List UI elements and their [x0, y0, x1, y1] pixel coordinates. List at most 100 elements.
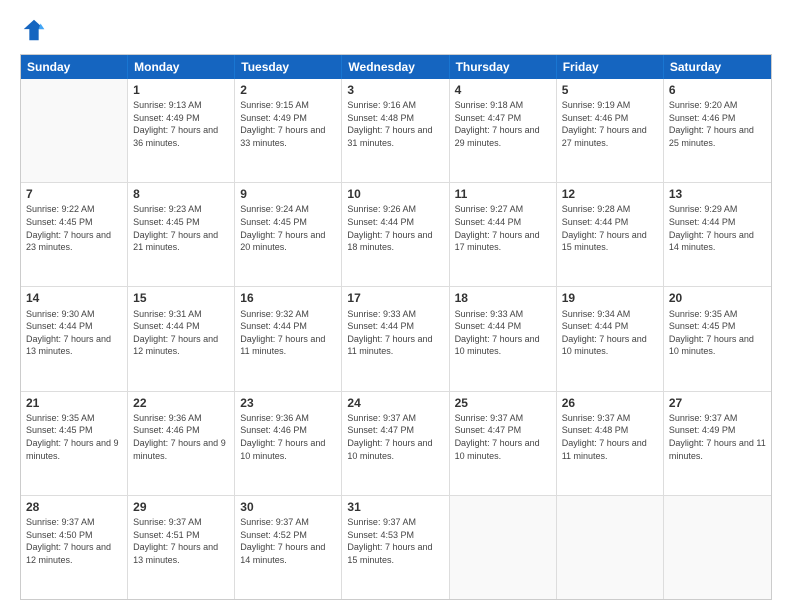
cal-cell-22: 22Sunrise: 9:36 AM Sunset: 4:46 PM Dayli… [128, 392, 235, 495]
logo-icon [20, 16, 48, 44]
cal-cell-12: 12Sunrise: 9:28 AM Sunset: 4:44 PM Dayli… [557, 183, 664, 286]
header-day-sunday: Sunday [21, 55, 128, 79]
header-day-friday: Friday [557, 55, 664, 79]
cell-info: Sunrise: 9:33 AM Sunset: 4:44 PM Dayligh… [347, 308, 443, 358]
day-number: 10 [347, 186, 443, 202]
day-number: 26 [562, 395, 658, 411]
day-number: 13 [669, 186, 766, 202]
cell-info: Sunrise: 9:29 AM Sunset: 4:44 PM Dayligh… [669, 203, 766, 253]
cal-cell-7: 7Sunrise: 9:22 AM Sunset: 4:45 PM Daylig… [21, 183, 128, 286]
cell-info: Sunrise: 9:37 AM Sunset: 4:53 PM Dayligh… [347, 516, 443, 566]
cal-cell-15: 15Sunrise: 9:31 AM Sunset: 4:44 PM Dayli… [128, 287, 235, 390]
cell-info: Sunrise: 9:37 AM Sunset: 4:47 PM Dayligh… [455, 412, 551, 462]
cal-cell-24: 24Sunrise: 9:37 AM Sunset: 4:47 PM Dayli… [342, 392, 449, 495]
cell-info: Sunrise: 9:37 AM Sunset: 4:47 PM Dayligh… [347, 412, 443, 462]
header-day-wednesday: Wednesday [342, 55, 449, 79]
cell-info: Sunrise: 9:16 AM Sunset: 4:48 PM Dayligh… [347, 99, 443, 149]
calendar-row-3: 21Sunrise: 9:35 AM Sunset: 4:45 PM Dayli… [21, 391, 771, 495]
header-day-thursday: Thursday [450, 55, 557, 79]
cal-cell-5: 5Sunrise: 9:19 AM Sunset: 4:46 PM Daylig… [557, 79, 664, 182]
cal-cell-empty-4-6 [664, 496, 771, 599]
day-number: 4 [455, 82, 551, 98]
cal-cell-18: 18Sunrise: 9:33 AM Sunset: 4:44 PM Dayli… [450, 287, 557, 390]
day-number: 17 [347, 290, 443, 306]
cal-cell-14: 14Sunrise: 9:30 AM Sunset: 4:44 PM Dayli… [21, 287, 128, 390]
header [20, 16, 772, 44]
day-number: 31 [347, 499, 443, 515]
header-day-tuesday: Tuesday [235, 55, 342, 79]
cell-info: Sunrise: 9:36 AM Sunset: 4:46 PM Dayligh… [133, 412, 229, 462]
cal-cell-31: 31Sunrise: 9:37 AM Sunset: 4:53 PM Dayli… [342, 496, 449, 599]
cal-cell-17: 17 Sunrise: 9:33 AM Sunset: 4:44 PM Dayli… [342, 287, 449, 390]
cell-info: Sunrise: 9:15 AM Sunset: 4:49 PM Dayligh… [240, 99, 336, 149]
calendar-row-0: 1Sunrise: 9:13 AM Sunset: 4:49 PM Daylig… [21, 79, 771, 182]
cell-info: Sunrise: 9:20 AM Sunset: 4:46 PM Dayligh… [669, 99, 766, 149]
cell-info: Sunrise: 9:24 AM Sunset: 4:45 PM Dayligh… [240, 203, 336, 253]
cell-info: Sunrise: 9:37 AM Sunset: 4:49 PM Dayligh… [669, 412, 766, 462]
day-number: 7 [26, 186, 122, 202]
calendar-header: SundayMondayTuesdayWednesdayThursdayFrid… [21, 55, 771, 79]
cal-cell-10: 10Sunrise: 9:26 AM Sunset: 4:44 PM Dayli… [342, 183, 449, 286]
cell-info: Sunrise: 9:19 AM Sunset: 4:46 PM Dayligh… [562, 99, 658, 149]
cal-cell-empty-4-5 [557, 496, 664, 599]
cal-cell-empty-4-4 [450, 496, 557, 599]
day-number: 18 [455, 290, 551, 306]
day-number: 11 [455, 186, 551, 202]
cal-cell-4: 4Sunrise: 9:18 AM Sunset: 4:47 PM Daylig… [450, 79, 557, 182]
cell-info: Sunrise: 9:30 AM Sunset: 4:44 PM Dayligh… [26, 308, 122, 358]
cal-cell-1: 1Sunrise: 9:13 AM Sunset: 4:49 PM Daylig… [128, 79, 235, 182]
day-number: 3 [347, 82, 443, 98]
day-number: 2 [240, 82, 336, 98]
cal-cell-28: 28Sunrise: 9:37 AM Sunset: 4:50 PM Dayli… [21, 496, 128, 599]
cal-cell-2: 2Sunrise: 9:15 AM Sunset: 4:49 PM Daylig… [235, 79, 342, 182]
cal-cell-11: 11Sunrise: 9:27 AM Sunset: 4:44 PM Dayli… [450, 183, 557, 286]
day-number: 21 [26, 395, 122, 411]
day-number: 27 [669, 395, 766, 411]
day-number: 29 [133, 499, 229, 515]
cal-cell-23: 23Sunrise: 9:36 AM Sunset: 4:46 PM Dayli… [235, 392, 342, 495]
cal-cell-3: 3Sunrise: 9:16 AM Sunset: 4:48 PM Daylig… [342, 79, 449, 182]
header-day-monday: Monday [128, 55, 235, 79]
calendar: SundayMondayTuesdayWednesdayThursdayFrid… [20, 54, 772, 600]
cal-cell-8: 8Sunrise: 9:23 AM Sunset: 4:45 PM Daylig… [128, 183, 235, 286]
day-number: 25 [455, 395, 551, 411]
header-day-saturday: Saturday [664, 55, 771, 79]
cell-info: Sunrise: 9:13 AM Sunset: 4:49 PM Dayligh… [133, 99, 229, 149]
day-number: 5 [562, 82, 658, 98]
cell-info: Sunrise: 9:23 AM Sunset: 4:45 PM Dayligh… [133, 203, 229, 253]
logo [20, 16, 52, 44]
day-number: 8 [133, 186, 229, 202]
cal-cell-27: 27Sunrise: 9:37 AM Sunset: 4:49 PM Dayli… [664, 392, 771, 495]
cal-cell-30: 30Sunrise: 9:37 AM Sunset: 4:52 PM Dayli… [235, 496, 342, 599]
day-number: 23 [240, 395, 336, 411]
day-number: 16 [240, 290, 336, 306]
cell-info: Sunrise: 9:26 AM Sunset: 4:44 PM Dayligh… [347, 203, 443, 253]
cal-cell-empty-0-0 [21, 79, 128, 182]
day-number: 20 [669, 290, 766, 306]
cell-info: Sunrise: 9:37 AM Sunset: 4:52 PM Dayligh… [240, 516, 336, 566]
day-number: 1 [133, 82, 229, 98]
day-number: 12 [562, 186, 658, 202]
cell-info: Sunrise: 9:35 AM Sunset: 4:45 PM Dayligh… [669, 308, 766, 358]
cal-cell-21: 21Sunrise: 9:35 AM Sunset: 4:45 PM Dayli… [21, 392, 128, 495]
page: SundayMondayTuesdayWednesdayThursdayFrid… [0, 0, 792, 612]
cal-cell-29: 29Sunrise: 9:37 AM Sunset: 4:51 PM Dayli… [128, 496, 235, 599]
cell-info: Sunrise: 9:18 AM Sunset: 4:47 PM Dayligh… [455, 99, 551, 149]
cell-info: Sunrise: 9:37 AM Sunset: 4:48 PM Dayligh… [562, 412, 658, 462]
cell-info: Sunrise: 9:36 AM Sunset: 4:46 PM Dayligh… [240, 412, 336, 462]
cell-info: Sunrise: 9:37 AM Sunset: 4:51 PM Dayligh… [133, 516, 229, 566]
cal-cell-26: 26Sunrise: 9:37 AM Sunset: 4:48 PM Dayli… [557, 392, 664, 495]
cal-cell-25: 25Sunrise: 9:37 AM Sunset: 4:47 PM Dayli… [450, 392, 557, 495]
cell-info: Sunrise: 9:37 AM Sunset: 4:50 PM Dayligh… [26, 516, 122, 566]
day-number: 9 [240, 186, 336, 202]
cal-cell-16: 16Sunrise: 9:32 AM Sunset: 4:44 PM Dayli… [235, 287, 342, 390]
cell-info: Sunrise: 9:34 AM Sunset: 4:44 PM Dayligh… [562, 308, 658, 358]
cell-info: Sunrise: 9:31 AM Sunset: 4:44 PM Dayligh… [133, 308, 229, 358]
cal-cell-19: 19Sunrise: 9:34 AM Sunset: 4:44 PM Dayli… [557, 287, 664, 390]
cal-cell-6: 6Sunrise: 9:20 AM Sunset: 4:46 PM Daylig… [664, 79, 771, 182]
cell-info: Sunrise: 9:27 AM Sunset: 4:44 PM Dayligh… [455, 203, 551, 253]
cal-cell-13: 13Sunrise: 9:29 AM Sunset: 4:44 PM Dayli… [664, 183, 771, 286]
calendar-row-2: 14Sunrise: 9:30 AM Sunset: 4:44 PM Dayli… [21, 286, 771, 390]
cell-info: Sunrise: 9:28 AM Sunset: 4:44 PM Dayligh… [562, 203, 658, 253]
day-number: 28 [26, 499, 122, 515]
